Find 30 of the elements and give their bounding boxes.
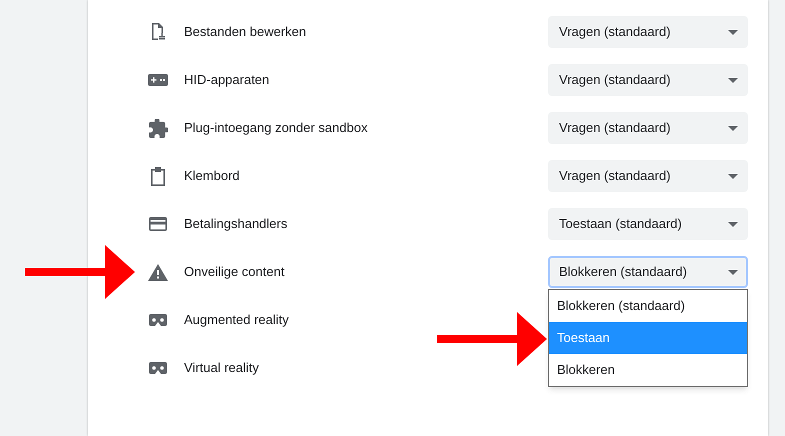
permission-label: Bestanden bewerken — [184, 23, 308, 42]
permission-label: Onveilige content — [184, 263, 286, 282]
caret-icon — [728, 126, 738, 130]
caret-icon — [728, 222, 738, 226]
permission-select[interactable]: Blokkeren (standaard) — [548, 256, 748, 288]
caret-icon — [728, 78, 738, 82]
permission-label: Betalingshandlers — [184, 215, 288, 234]
permission-select[interactable]: Vragen (standaard) — [548, 160, 748, 192]
dropdown-option[interactable]: Blokkeren — [549, 354, 747, 386]
file-plus-icon — [150, 22, 166, 42]
clipboard-icon — [150, 166, 166, 186]
dropdown-option[interactable]: Blokkeren (standaard) — [549, 290, 747, 322]
permission-label: Virtual reality — [184, 359, 260, 378]
gamepad-icon — [148, 74, 168, 86]
vr-headset-icon — [149, 314, 167, 326]
caret-icon — [728, 30, 738, 34]
puzzle-icon — [148, 118, 168, 138]
permission-select[interactable]: Toestaan (standaard) — [548, 208, 748, 240]
permission-select[interactable]: Vragen (standaard) — [548, 16, 748, 48]
permission-label: Augmented reality — [184, 311, 290, 330]
credit-card-icon — [149, 217, 167, 231]
permission-select[interactable]: Vragen (standaard) — [548, 112, 748, 144]
caret-icon — [728, 174, 738, 178]
permission-label: HID-apparaten — [184, 71, 270, 90]
permission-label: Plug-intoegang zonder sandbox — [184, 119, 369, 138]
permission-select[interactable]: Vragen (standaard) — [548, 64, 748, 96]
warning-icon — [148, 264, 168, 280]
vr-headset-icon — [149, 362, 167, 374]
caret-icon — [728, 270, 738, 274]
permission-label: Klembord — [184, 167, 241, 186]
